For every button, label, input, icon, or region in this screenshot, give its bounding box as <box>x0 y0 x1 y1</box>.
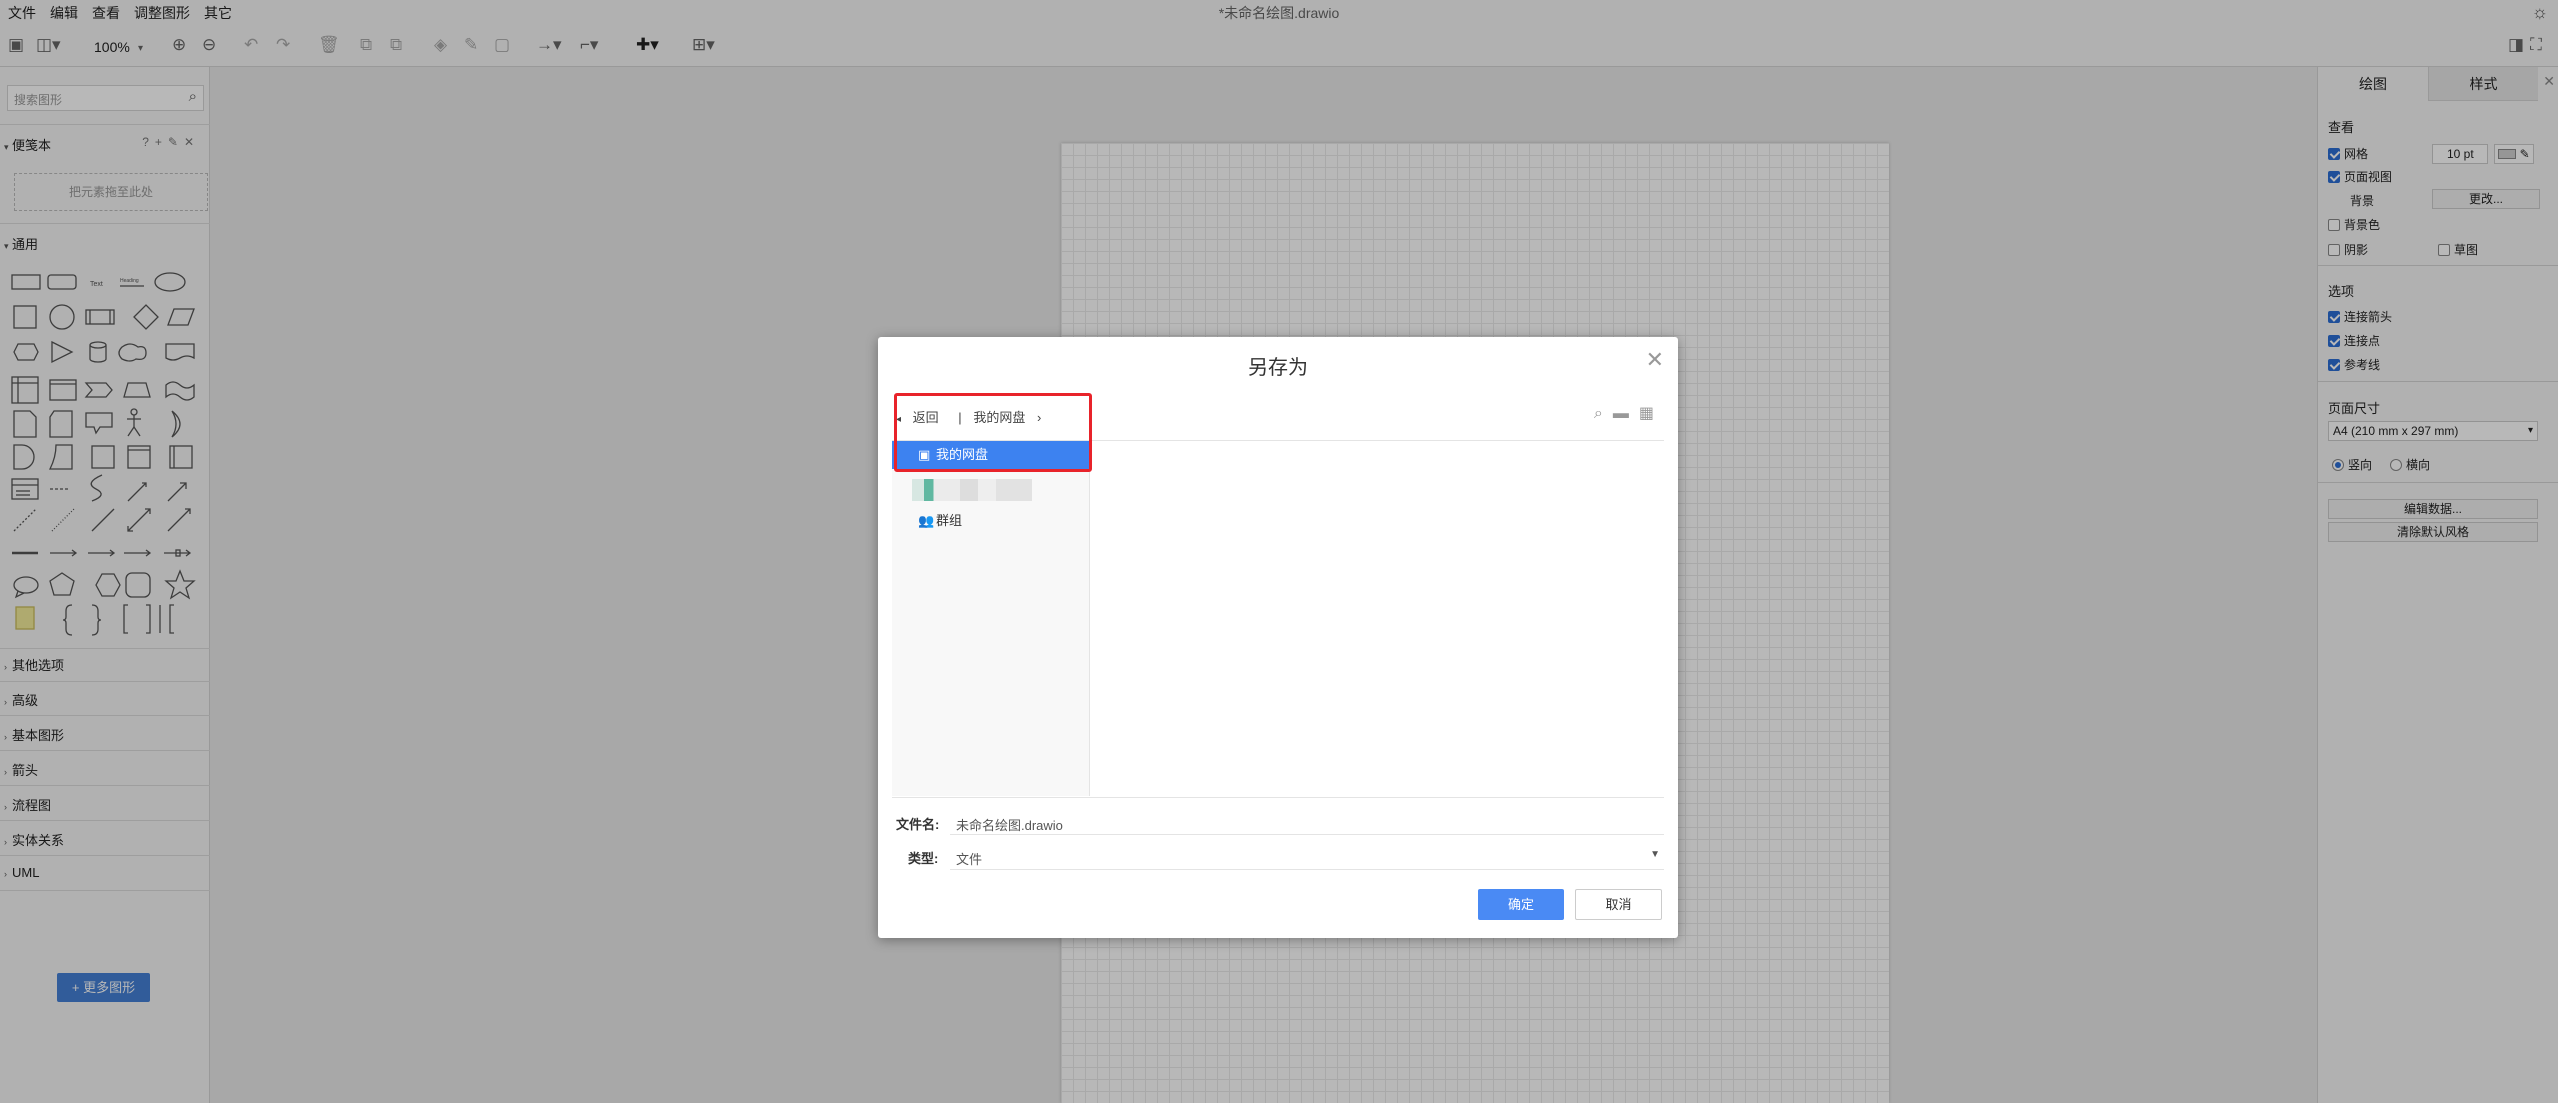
type-label: 类型: <box>908 851 939 866</box>
ok-button[interactable]: 确定 <box>1478 889 1564 920</box>
cancel-button[interactable]: 取消 <box>1575 889 1662 920</box>
search-icon[interactable]: ⌕ <box>1594 405 1613 422</box>
chevron-down-icon[interactable]: ▼ <box>1650 849 1660 860</box>
type-select[interactable]: 文件 <box>956 849 982 868</box>
dialog-title: 另存为 <box>1248 357 1308 379</box>
tree-item-label: 群组 <box>936 513 963 528</box>
blurred-item[interactable] <box>912 479 1032 501</box>
grid-view-icon[interactable]: ▦ <box>1639 405 1664 422</box>
divider <box>950 869 1664 870</box>
new-folder-icon[interactable]: ▬ <box>1613 405 1639 422</box>
close-icon[interactable]: ✕ <box>1646 347 1664 373</box>
divider <box>950 834 1664 835</box>
group-icon: 👥 <box>918 513 935 528</box>
filename-label: 文件名: <box>896 817 940 832</box>
dialog-tools: ⌕▬▦ <box>1594 403 1664 423</box>
folder-tree: ▣ 我的网盘 👥 群组 <box>892 441 1090 796</box>
divider <box>892 797 1664 798</box>
tree-item-groups[interactable]: 👥 群组 <box>892 507 1089 535</box>
highlight-annotation <box>894 393 1092 472</box>
filename-input[interactable]: 未命名绘图.drawio <box>956 815 1063 834</box>
